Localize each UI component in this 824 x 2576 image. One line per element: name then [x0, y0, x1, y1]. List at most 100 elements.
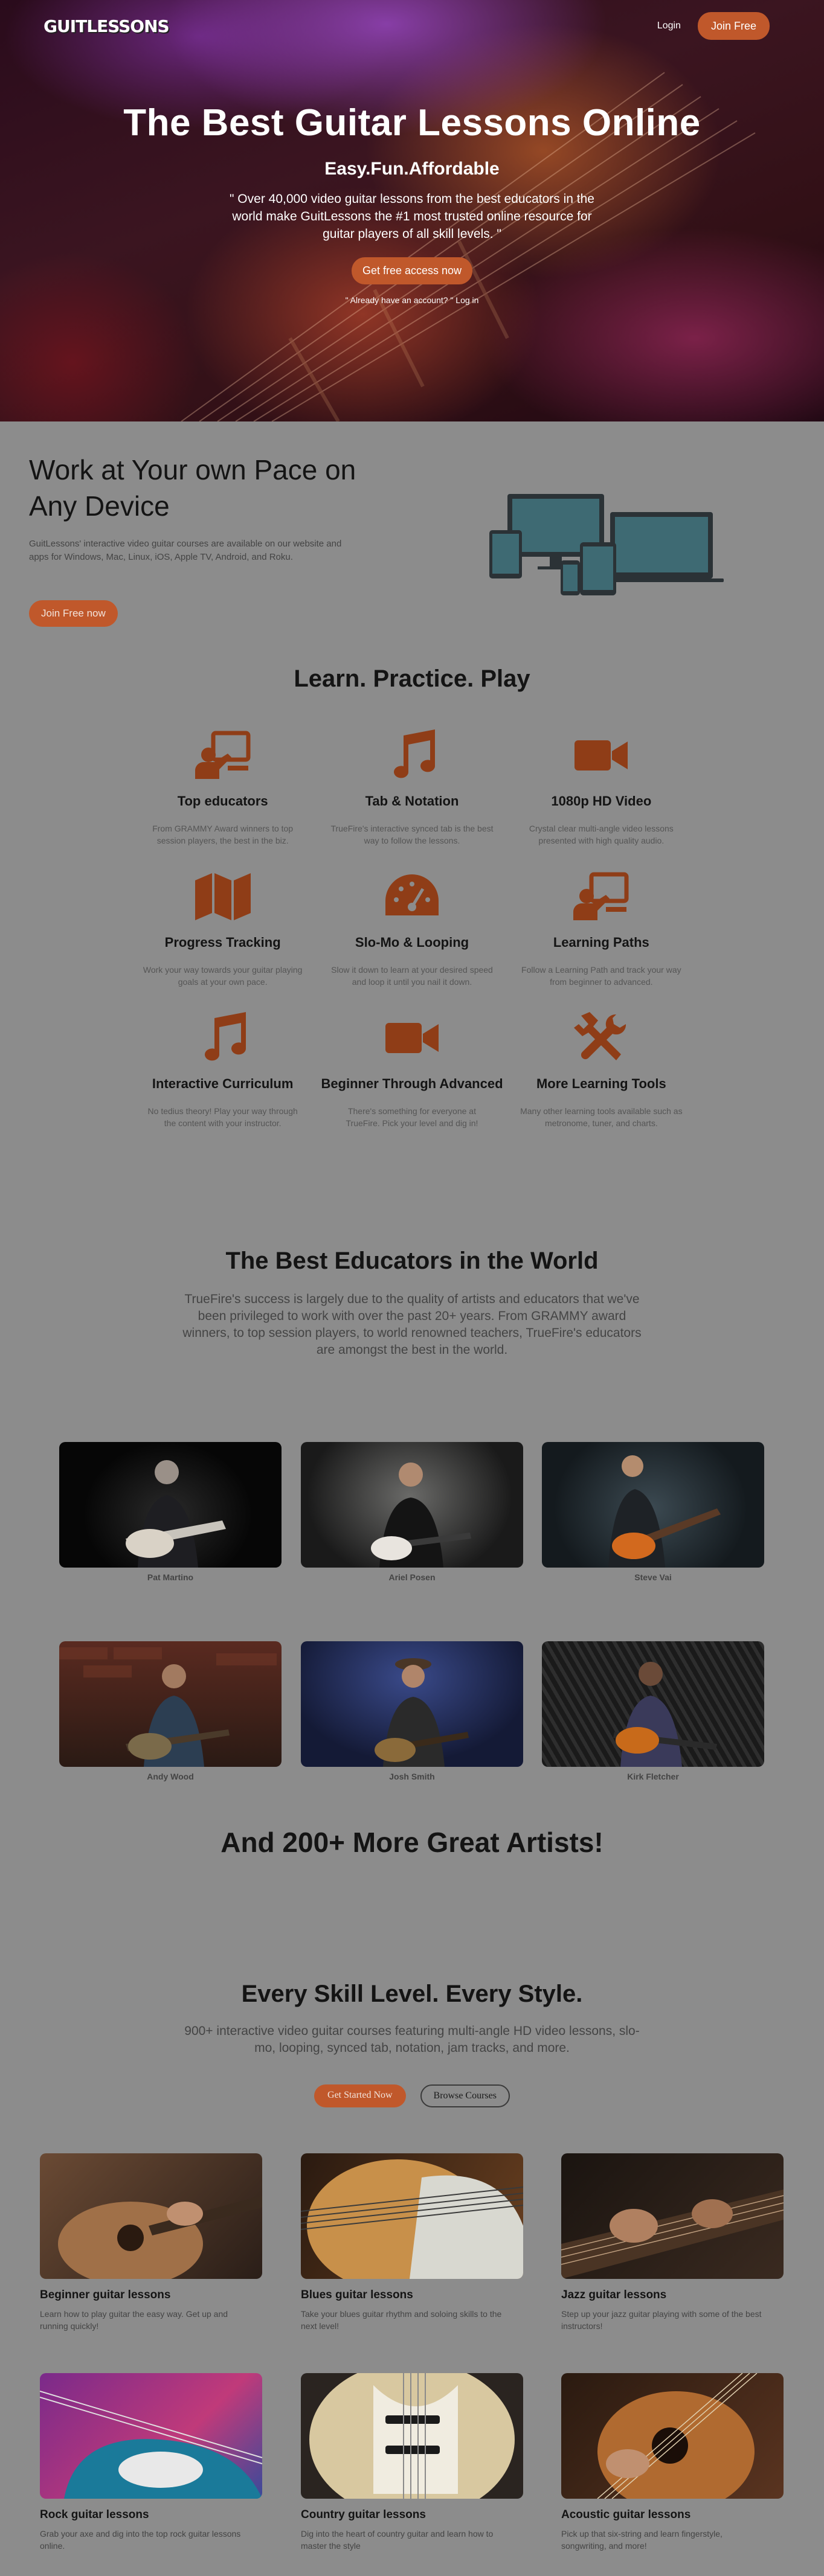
feature-card: 1080p HD Video Crystal clear multi-angle… — [507, 729, 696, 871]
course-title: Jazz guitar lessons — [561, 2289, 667, 2301]
artist-name: Josh Smith — [389, 1772, 435, 1781]
get-started-button[interactable]: Get Started Now — [314, 2084, 406, 2107]
feature-title: Learning Paths — [553, 935, 649, 950]
feature-description: TrueFire's interactive synced tab is the… — [330, 824, 494, 845]
course-description: Grab your axe and dig into the top rock … — [40, 2529, 241, 2551]
artist-card[interactable]: Kirk Fletcher — [542, 1641, 764, 1781]
hero-subtitle: Easy.Fun.Affordable — [324, 159, 500, 179]
feature-title: Top educators — [177, 793, 268, 809]
course-card[interactable]: Acoustic guitar lessons Pick up that six… — [561, 2373, 784, 2552]
feature-description: No tedius theory! Play your way through … — [147, 1106, 298, 1128]
features-title: Learn. Practice. Play — [294, 665, 530, 692]
course-card[interactable]: Beginner guitar lessons Learn how to pla… — [40, 2153, 262, 2332]
work-section-title: Work at Your own Pace on Any Device — [29, 454, 356, 522]
course-card[interactable]: Blues guitar lessons Take your blues gui… — [301, 2153, 523, 2332]
educators-description: TrueFire's success is largely due to the… — [182, 1292, 642, 1357]
feature-description: Many other learning tools available such… — [520, 1106, 683, 1128]
feature-title: Slo-Mo & Looping — [355, 935, 469, 950]
artist-name: Pat Martino — [147, 1572, 194, 1582]
feature-description: Follow a Learning Path and track your wa… — [521, 965, 681, 987]
artist-card[interactable]: Steve Vai — [542, 1442, 764, 1582]
login-prompt-link[interactable]: " Already have an account? " Log in — [0, 295, 824, 305]
teacher-board-icon — [571, 871, 631, 921]
artist-photo — [542, 1442, 764, 1568]
course-description: Dig into the heart of country guitar and… — [301, 2529, 494, 2551]
feature-description: Work your way towards your guitar playin… — [143, 965, 303, 987]
course-description: Learn how to play guitar the easy way. G… — [40, 2309, 228, 2331]
feature-card: Learning Paths Follow a Learning Path an… — [507, 871, 696, 1012]
artist-name: Kirk Fletcher — [627, 1772, 679, 1781]
course-title: Blues guitar lessons — [301, 2289, 413, 2301]
hero-section: GUITLESSONS Login Join Free The Best Gui… — [0, 0, 824, 421]
feature-card: Interactive Curriculum No tedius theory!… — [128, 1012, 317, 1153]
feature-card: More Learning Tools Many other learning … — [507, 1012, 696, 1153]
music-note-icon — [198, 1012, 248, 1063]
feature-title: Tab & Notation — [365, 793, 459, 809]
video-camera-icon — [383, 1012, 441, 1063]
artist-card[interactable]: Josh Smith — [301, 1641, 523, 1781]
course-photo — [40, 2373, 262, 2499]
site-logo[interactable]: GUITLESSONS — [43, 16, 170, 36]
artist-photo — [59, 1641, 282, 1767]
feature-card: Top educators From GRAMMY Award winners … — [128, 729, 317, 871]
skill-level-actions: Get Started Now Browse Courses — [0, 2084, 824, 2107]
feature-description: There's something for everyone at TrueFi… — [346, 1106, 478, 1128]
course-title: Beginner guitar lessons — [40, 2289, 171, 2301]
video-camera-icon — [572, 729, 630, 780]
join-free-button[interactable]: Join Free — [697, 12, 770, 40]
top-navbar: GUITLESSONS Login Join Free — [0, 0, 824, 52]
feature-title: 1080p HD Video — [551, 793, 652, 809]
course-description: Take your blues guitar rhythm and soloin… — [301, 2309, 502, 2331]
login-link[interactable]: Login — [657, 21, 681, 31]
artist-photo — [301, 1442, 523, 1568]
feature-description: From GRAMMY Award winners to top session… — [152, 824, 294, 845]
hero-title: The Best Guitar Lessons Online — [123, 102, 701, 144]
course-photo — [301, 2373, 523, 2499]
feature-card: Progress Tracking Work your way towards … — [128, 871, 317, 1012]
feature-card: Beginner Through Advanced There's someth… — [317, 1012, 506, 1153]
skill-level-description: 900+ interactive video guitar courses fe… — [184, 2024, 640, 2055]
map-icon — [194, 871, 252, 921]
devices-illustration — [489, 494, 724, 595]
browse-courses-button[interactable]: Browse Courses — [420, 2084, 510, 2107]
hero-description: " Over 40,000 video guitar lessons from … — [230, 192, 594, 241]
feature-title: Interactive Curriculum — [152, 1076, 294, 1091]
course-card[interactable]: Jazz guitar lessons Step up your jazz gu… — [561, 2153, 784, 2332]
course-description: Pick up that six-string and learn finger… — [561, 2529, 723, 2551]
work-section-description: GuitLessons' interactive video guitar co… — [29, 539, 342, 562]
course-title: Country guitar lessons — [301, 2508, 426, 2521]
feature-title: Progress Tracking — [164, 935, 281, 950]
skill-level-title: Every Skill Level. Every Style. — [241, 1981, 583, 2007]
educators-title: The Best Educators in the World — [225, 1248, 599, 1274]
course-photo — [561, 2373, 784, 2499]
tools-icon — [574, 1012, 628, 1063]
get-free-access-button[interactable]: Get free access now — [351, 257, 473, 284]
course-description: Step up your jazz guitar playing with so… — [561, 2309, 762, 2331]
artist-card[interactable]: Andy Wood — [59, 1641, 282, 1781]
feature-description: Slow it down to learn at your desired sp… — [331, 965, 493, 987]
more-artists-title: And 200+ More Great Artists! — [220, 1827, 604, 1858]
course-card[interactable]: Rock guitar lessons Grab your axe and di… — [40, 2373, 262, 2552]
course-photo — [40, 2153, 262, 2279]
course-title: Rock guitar lessons — [40, 2508, 149, 2521]
artist-name: Steve Vai — [634, 1572, 672, 1582]
work-any-device-section: Work at Your own Pace on Any Device Guit… — [0, 421, 824, 639]
artist-name: Ariel Posen — [388, 1572, 436, 1582]
artist-photo — [301, 1641, 523, 1767]
artist-name: Andy Wood — [147, 1772, 194, 1781]
hero-content: The Best Guitar Lessons Online Easy.Fun.… — [0, 101, 824, 305]
speedometer-icon — [383, 871, 441, 921]
artist-photo — [59, 1442, 282, 1568]
feature-card: Slo-Mo & Looping Slow it down to learn a… — [317, 871, 506, 1012]
feature-card: Tab & Notation TrueFire's interactive sy… — [317, 729, 506, 871]
teacher-board-icon — [193, 729, 253, 780]
artist-card[interactable]: Ariel Posen — [301, 1442, 523, 1582]
join-free-now-button[interactable]: Join Free now — [29, 600, 118, 627]
course-photo — [561, 2153, 784, 2279]
features-grid: Top educators From GRAMMY Award winners … — [128, 729, 696, 1153]
course-card[interactable]: Country guitar lessons Dig into the hear… — [301, 2373, 523, 2552]
feature-title: More Learning Tools — [536, 1076, 666, 1091]
music-note-icon — [387, 729, 437, 780]
artist-card[interactable]: Pat Martino — [59, 1442, 282, 1582]
course-photo — [301, 2153, 523, 2279]
